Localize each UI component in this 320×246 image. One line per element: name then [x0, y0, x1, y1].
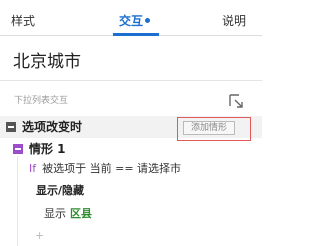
event-label: 选项改变时 [22, 120, 83, 134]
collapse-icon[interactable] [6, 122, 16, 132]
open-dialog-icon[interactable] [228, 93, 244, 109]
tab-interaction[interactable]: 交互 [119, 14, 151, 28]
highlight-annotation [177, 117, 251, 141]
case-condition[interactable]: If 被选项于 当前 == 请选择市 [29, 162, 181, 175]
active-tab-indicator [113, 33, 159, 36]
add-action-icon[interactable]: + [35, 230, 44, 242]
tab-style[interactable]: 样式 [11, 14, 35, 28]
action-label[interactable]: 显示/隐藏 [36, 184, 84, 197]
tab-interaction-label: 交互 [119, 14, 144, 28]
widget-type-label: 下拉列表交互 [14, 96, 69, 106]
action-target: 区县 [70, 207, 92, 220]
tab-bar: 样式 交互 说明 [0, 0, 262, 36]
action-detail[interactable]: 显示 区县 [44, 207, 92, 220]
divider [0, 80, 262, 81]
action-verb: 显示 [44, 207, 66, 220]
widget-name-field[interactable]: 北京城市 [13, 52, 81, 72]
condition-text: 被选项于 当前 == 请选择市 [42, 162, 182, 175]
active-dot-icon [145, 18, 151, 23]
case-collapse-icon[interactable] [13, 144, 23, 154]
case-label[interactable]: 情形 1 [29, 142, 66, 156]
tree-guide-line [17, 156, 18, 246]
tab-notes[interactable]: 说明 [222, 14, 246, 28]
condition-keyword: If [29, 162, 37, 175]
